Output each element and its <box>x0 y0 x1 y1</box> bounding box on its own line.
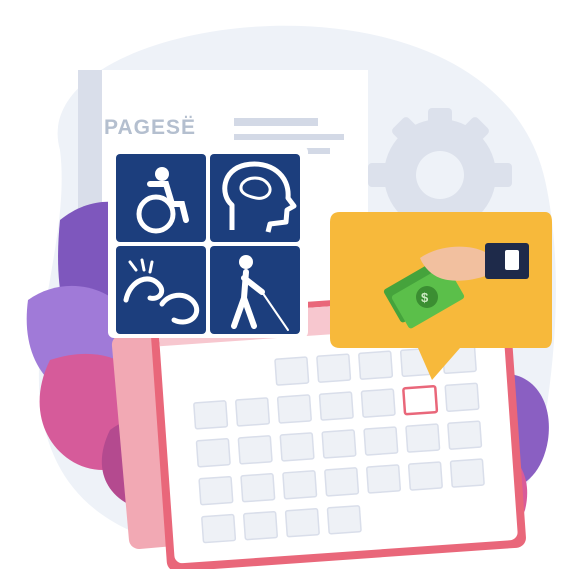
calendar-cell <box>444 382 480 412</box>
calendar-cell <box>366 464 402 494</box>
wheelchair-icon <box>116 154 206 242</box>
svg-text:$: $ <box>421 290 429 305</box>
document-title: PAGESË <box>104 116 196 139</box>
calendar-cell <box>449 458 485 488</box>
calendar-cell <box>276 394 312 424</box>
calendar-cell <box>195 438 231 468</box>
calendar-cell <box>318 391 354 421</box>
calendar-cell <box>324 467 360 497</box>
brain-icon <box>210 154 300 242</box>
calendar-cell <box>358 350 394 380</box>
calendar-cell <box>198 475 234 506</box>
sign-language-icon <box>116 246 206 334</box>
calendar-cell <box>242 510 278 541</box>
payment-illustration: $ <box>26 25 556 569</box>
calendar-cell-highlighted <box>402 384 439 416</box>
calendar-cell <box>193 400 229 430</box>
calendar-cell <box>284 508 320 538</box>
calendar-cell <box>316 353 352 383</box>
calendar-cell <box>235 397 271 427</box>
calendar-cell <box>405 423 441 453</box>
calendar-cell <box>240 473 276 503</box>
calendar-cell <box>279 432 315 462</box>
calendar-cell <box>321 429 357 459</box>
calendar-cell <box>274 356 310 386</box>
calendar-cell <box>282 470 318 500</box>
blind-cane-icon <box>210 246 300 334</box>
calendar-cell <box>360 388 396 418</box>
calendar-cell <box>447 420 483 450</box>
calendar-cell <box>201 513 237 544</box>
calendar-cell <box>326 505 362 535</box>
accessibility-icons <box>108 146 308 338</box>
calendar-cell <box>407 461 443 491</box>
calendar-cell <box>363 426 399 456</box>
calendar-cell <box>237 435 273 465</box>
